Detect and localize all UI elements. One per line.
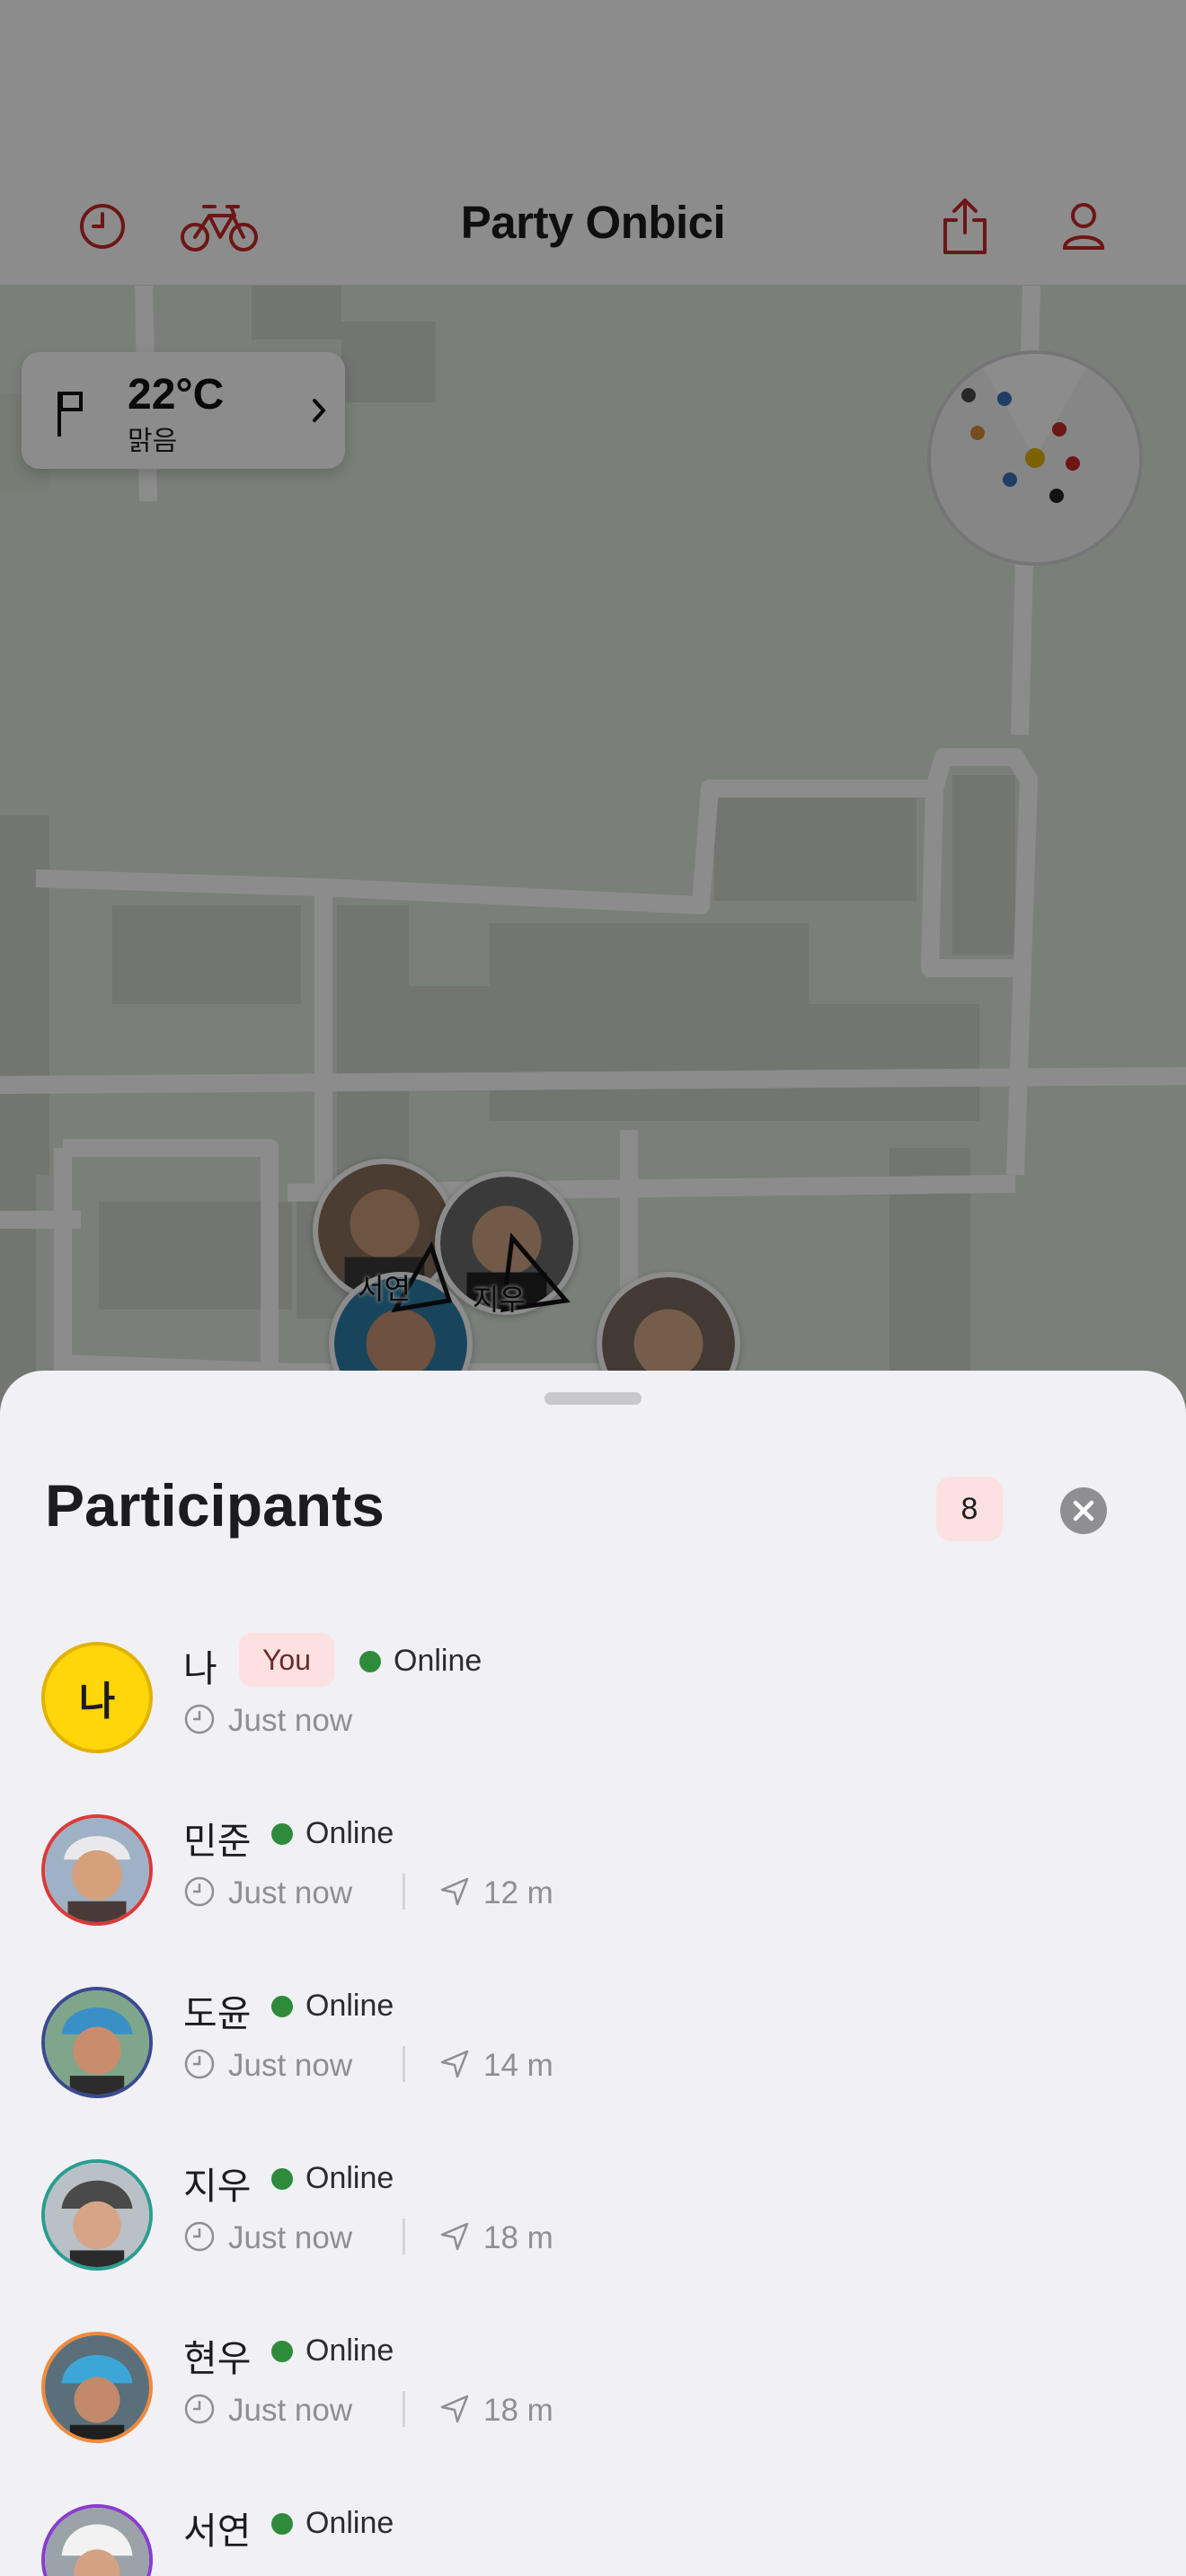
- online-status-text: Online: [305, 1816, 394, 1850]
- divider: [403, 2046, 405, 2082]
- distance-text: 18 m: [483, 2393, 553, 2428]
- online-status-text: Online: [305, 2506, 394, 2540]
- avatar: [41, 2332, 153, 2443]
- distance-text: 18 m: [483, 2220, 553, 2255]
- online-status-text: Online: [305, 2161, 394, 2195]
- online-status-text: Online: [394, 1644, 482, 1678]
- you-badge: You: [239, 1633, 334, 1687]
- online-status-text: Online: [305, 2333, 394, 2368]
- location-arrow-icon: [440, 2395, 469, 2423]
- close-button[interactable]: [1060, 1487, 1107, 1534]
- participant-name: 도윤: [183, 1993, 252, 2034]
- avatar: [41, 2504, 153, 2576]
- close-icon: [1073, 1500, 1094, 1522]
- clock-icon: [184, 1704, 215, 1734]
- last-seen-time: Just now: [228, 1703, 353, 1738]
- online-status-dot: [359, 1651, 381, 1672]
- participant-row[interactable]: 민준 Online Just now 12 m: [0, 1805, 1186, 1978]
- location-arrow-icon: [440, 2222, 469, 2251]
- clock-icon: [184, 2221, 215, 2252]
- distance-text: 12 m: [483, 1875, 553, 1910]
- participant-row[interactable]: 도윤 Online Just now 14 m: [0, 1978, 1186, 2150]
- location-arrow-icon: [440, 2050, 469, 2078]
- last-seen-time: Just now: [228, 2220, 353, 2255]
- online-status-dot: [271, 1823, 293, 1845]
- location-arrow-icon: [440, 1877, 469, 1906]
- online-status-dot: [271, 2341, 293, 2362]
- participant-name: 나: [183, 1648, 217, 1689]
- avatar: 나: [41, 1642, 153, 1753]
- participants-sheet: Participants 8 나 나 You Online Just now 민…: [0, 1371, 1186, 2576]
- sheet-grabber[interactable]: [544, 1392, 642, 1405]
- avatar-photo: [45, 1990, 149, 2095]
- last-seen-time: Just now: [228, 1875, 353, 1910]
- avatar: [41, 2159, 153, 2271]
- avatar-photo: [45, 2163, 149, 2267]
- online-status-dot: [271, 2513, 293, 2535]
- participant-name: 지우: [183, 2166, 252, 2207]
- clock-icon: [184, 2394, 215, 2424]
- participant-row[interactable]: 지우 Online Just now 18 m: [0, 2150, 1186, 2323]
- sheet-title: Participants: [45, 1472, 385, 1539]
- online-status-dot: [271, 2168, 293, 2190]
- participant-row[interactable]: 나 나 You Online Just now: [0, 1633, 1186, 1805]
- avatar-photo: [45, 2508, 149, 2576]
- online-status-text: Online: [305, 1989, 394, 2023]
- divider: [403, 2219, 405, 2254]
- avatar-photo: [45, 1818, 149, 1922]
- divider: [403, 1874, 405, 1910]
- participant-name: 현우: [183, 2338, 252, 2379]
- participant-count-badge: 8: [936, 1477, 1003, 1541]
- participant-row[interactable]: 서연 Online: [0, 2495, 1186, 2576]
- last-seen-time: Just now: [228, 2048, 353, 2083]
- avatar: [41, 1987, 153, 2098]
- avatar-initial: 나: [78, 1680, 116, 1724]
- distance-text: 14 m: [483, 2048, 553, 2083]
- avatar-photo: [45, 2335, 149, 2439]
- divider: [403, 2391, 405, 2427]
- online-status-dot: [271, 1996, 293, 2017]
- participant-name: 서연: [183, 2510, 252, 2552]
- clock-icon: [184, 1876, 215, 1907]
- participant-row[interactable]: 현우 Online Just now 18 m: [0, 2323, 1186, 2495]
- clock-icon: [184, 2049, 215, 2079]
- participant-name: 민준: [183, 1821, 252, 1862]
- avatar: [41, 1814, 153, 1926]
- last-seen-time: Just now: [228, 2393, 353, 2428]
